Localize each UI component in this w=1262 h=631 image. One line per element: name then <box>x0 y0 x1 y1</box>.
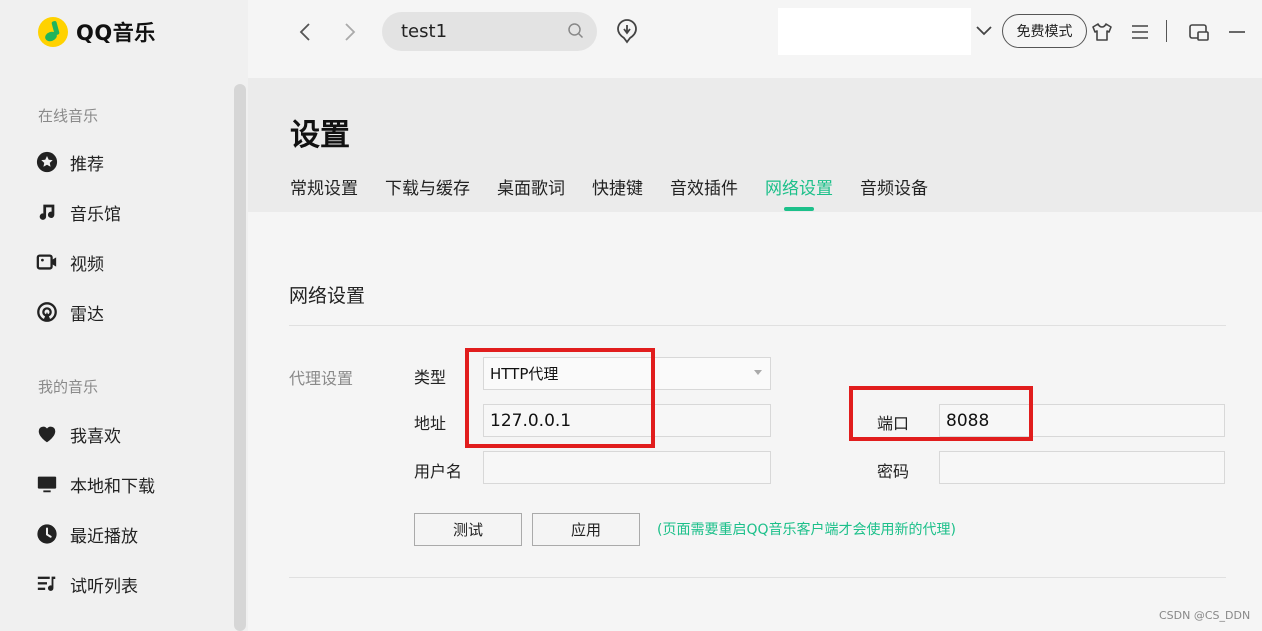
qq-music-logo-icon <box>38 17 68 47</box>
logo-text: QQ音乐 <box>76 21 156 45</box>
sidebar-item-label: 我喜欢 <box>70 426 121 447</box>
tab-shortcuts[interactable]: 快捷键 <box>592 174 643 199</box>
sidebar-item-label: 试听列表 <box>70 576 138 597</box>
sidebar-item-favorites[interactable]: 我喜欢 <box>36 417 121 451</box>
clock-icon <box>36 523 58 545</box>
chevron-right-icon <box>345 23 356 41</box>
search-icon[interactable] <box>567 22 585 44</box>
page-title: 设置 <box>290 118 350 153</box>
search-box[interactable] <box>382 12 597 51</box>
sidebar-item-label: 本地和下载 <box>70 476 155 497</box>
chevron-left-icon <box>299 23 310 41</box>
star-icon <box>36 151 58 173</box>
section-divider <box>289 325 1226 326</box>
search-input[interactable] <box>401 21 561 42</box>
sidebar-scrollbar[interactable] <box>234 84 246 631</box>
test-button[interactable]: 测试 <box>414 513 522 546</box>
minimize-button[interactable] <box>1225 20 1249 44</box>
dropdown-arrow-icon <box>754 370 762 375</box>
username-input[interactable] <box>483 451 771 484</box>
restart-hint: (页面需要重启QQ音乐客户端才会使用新的代理) <box>657 522 956 538</box>
password-label: 密码 <box>877 462 910 481</box>
username-label: 用户名 <box>414 462 463 481</box>
section-heading: 网络设置 <box>289 285 366 307</box>
highlight-box-port <box>849 386 1033 441</box>
sidebar-item-label: 推荐 <box>70 154 104 175</box>
password-input[interactable] <box>939 451 1225 484</box>
mini-mode-button[interactable] <box>1187 20 1211 44</box>
tab-download-cache[interactable]: 下载与缓存 <box>385 174 470 199</box>
settings-content: 网络设置 代理设置 类型 HTTP代理 地址 127.0.0.1 端口 8088… <box>248 212 1262 631</box>
tshirt-icon <box>1092 23 1112 41</box>
sidebar-item-label: 音乐馆 <box>70 204 121 225</box>
sidebar-item-local-downloads[interactable]: 本地和下载 <box>36 467 155 501</box>
mini-mode-icon <box>1189 24 1209 41</box>
proxy-settings-label: 代理设置 <box>289 369 354 388</box>
tab-audio-device[interactable]: 音频设备 <box>860 174 928 199</box>
sidebar-item-label: 最近播放 <box>70 526 138 547</box>
my-music-title: 我的音乐 <box>38 378 99 396</box>
online-music-title: 在线音乐 <box>38 107 99 125</box>
sidebar-item-radar[interactable]: 雷达 <box>36 295 104 329</box>
listen-identify-icon[interactable] <box>616 18 638 48</box>
tab-general[interactable]: 常规设置 <box>290 174 358 199</box>
menu-icon <box>1132 25 1148 39</box>
top-bar: 免费模式 <box>248 0 1262 78</box>
sidebar-item-music-hall[interactable]: 音乐馆 <box>36 195 121 229</box>
forward-button[interactable] <box>338 20 362 44</box>
sidebar-item-video[interactable]: 视频 <box>36 245 104 279</box>
type-label: 类型 <box>414 368 447 387</box>
music-note-icon <box>36 201 58 223</box>
settings-tabs: 常规设置 下载与缓存 桌面歌词 快捷键 音效插件 网络设置 音频设备 <box>290 174 955 199</box>
sidebar-item-recommend[interactable]: 推荐 <box>36 145 104 179</box>
free-mode-button[interactable]: 免费模式 <box>1002 14 1087 48</box>
user-profile-area[interactable] <box>778 8 971 55</box>
back-button[interactable] <box>293 20 317 44</box>
tab-desktop-lyrics[interactable]: 桌面歌词 <box>497 174 565 199</box>
radar-icon <box>36 301 58 323</box>
menu-button[interactable] <box>1128 20 1152 44</box>
skin-button[interactable] <box>1090 20 1114 44</box>
sidebar-item-recent-plays[interactable]: 最近播放 <box>36 517 138 551</box>
playlist-icon <box>36 573 58 595</box>
address-label: 地址 <box>414 414 447 433</box>
sidebar-item-preview-list[interactable]: 试听列表 <box>36 567 138 601</box>
settings-header: 设置 常规设置 下载与缓存 桌面歌词 快捷键 音效插件 网络设置 音频设备 <box>248 78 1262 212</box>
tab-network[interactable]: 网络设置 <box>765 174 833 199</box>
bottom-divider <box>289 577 1226 578</box>
tab-audio-plugins[interactable]: 音效插件 <box>670 174 738 199</box>
app-logo[interactable]: QQ音乐 <box>38 17 156 47</box>
heart-icon <box>36 423 58 445</box>
sidebar-item-label: 视频 <box>70 254 104 275</box>
chevron-down-icon[interactable] <box>975 22 993 41</box>
sidebar: QQ音乐 在线音乐 推荐 音乐馆 视频 雷达 我的音乐 我喜欢 本地和下载 最近… <box>0 0 248 631</box>
monitor-icon <box>36 473 58 495</box>
toolbar-divider <box>1166 20 1167 42</box>
apply-button[interactable]: 应用 <box>532 513 640 546</box>
video-icon <box>36 251 58 273</box>
highlight-box-type-address <box>465 348 655 448</box>
sidebar-item-label: 雷达 <box>70 304 104 325</box>
minimize-icon <box>1229 31 1245 33</box>
watermark: CSDN @CS_DDN <box>1159 609 1251 622</box>
